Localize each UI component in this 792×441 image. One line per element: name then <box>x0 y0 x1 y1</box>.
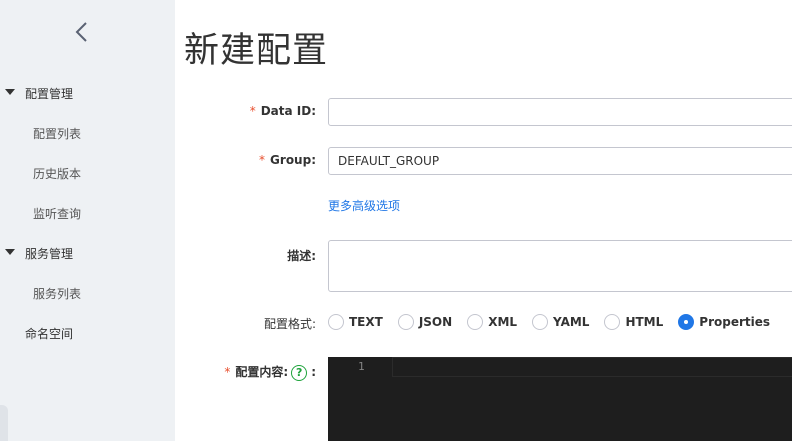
caret-down-icon <box>5 249 15 255</box>
main-content: 新建配置 *Data ID: *Group: 更多高级选项 描述: 配置格式: … <box>175 0 792 441</box>
nav-item-service-list[interactable]: 服务列表 <box>0 273 175 313</box>
nav-group-service-management[interactable]: 服务管理 <box>0 233 175 273</box>
required-mark: * <box>249 104 256 118</box>
format-label: 配置格式: <box>263 317 316 331</box>
group-label: * Group: <box>259 153 316 167</box>
code-editor[interactable]: 1 <box>328 357 792 441</box>
radio-circle[interactable] <box>532 314 549 330</box>
format-radio-group: TEXT JSON XML YAML HTML Properties <box>328 313 785 331</box>
nav-item-namespace[interactable]: 命名空间 <box>0 313 175 353</box>
radio-circle[interactable] <box>397 314 414 330</box>
current-line-highlight <box>392 357 792 377</box>
required-mark: * <box>259 153 266 167</box>
nav-item-listener-query[interactable]: 监听查询 <box>0 193 175 233</box>
help-icon[interactable]: ? <box>291 364 308 381</box>
required-mark: * <box>224 365 231 379</box>
nav-group-label: 配置管理 <box>25 86 74 101</box>
advanced-options-link[interactable]: 更多高级选项 <box>328 197 400 214</box>
editor-line: 1 <box>328 357 792 377</box>
scroll-handle <box>0 405 8 441</box>
nav-group-config-management[interactable]: 配置管理 <box>0 73 175 113</box>
data-id-input[interactable] <box>328 98 792 126</box>
format-option-json[interactable]: JSON <box>397 314 452 330</box>
format-option-xml[interactable]: XML <box>467 314 517 330</box>
sidebar-nav: 配置管理 配置列表 历史版本 监听查询 服务管理 服务列表 命名空间 <box>0 73 175 353</box>
caret-down-icon <box>5 89 15 95</box>
chevron-left-icon <box>75 22 87 42</box>
collapse-sidebar-button[interactable] <box>68 18 96 46</box>
data-id-label: * Data ID: <box>249 104 316 118</box>
format-option-text[interactable]: TEXT <box>328 314 383 330</box>
description-textarea[interactable] <box>328 240 792 292</box>
nav-item-config-list[interactable]: 配置列表 <box>0 113 175 153</box>
nav-item-history[interactable]: 历史版本 <box>0 153 175 193</box>
sidebar: 配置管理 配置列表 历史版本 监听查询 服务管理 服务列表 命名空间 <box>0 0 175 441</box>
radio-circle[interactable] <box>328 314 344 330</box>
radio-circle-selected[interactable] <box>678 314 695 330</box>
description-label: 描述: <box>287 249 316 263</box>
line-number: 1 <box>358 360 365 373</box>
format-option-yaml[interactable]: YAML <box>532 314 589 330</box>
content-label: * 配置内容:?: <box>224 364 316 381</box>
group-input[interactable] <box>328 147 792 175</box>
format-option-properties[interactable]: Properties <box>678 314 770 330</box>
radio-circle[interactable] <box>467 314 484 330</box>
nav-group-label: 服务管理 <box>25 246 74 261</box>
format-option-html[interactable]: HTML <box>604 314 663 330</box>
page-title: 新建配置 <box>184 31 329 71</box>
radio-circle[interactable] <box>604 314 621 330</box>
